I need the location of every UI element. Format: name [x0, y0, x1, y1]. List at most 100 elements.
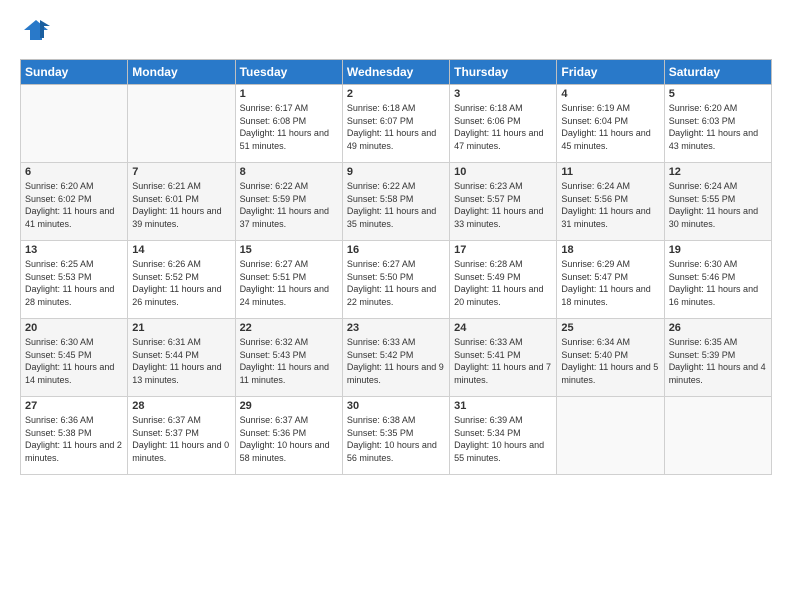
day-number: 27 [25, 400, 123, 412]
weekday-header: Monday [128, 60, 235, 85]
calendar-table: SundayMondayTuesdayWednesdayThursdayFrid… [20, 59, 772, 475]
day-number: 17 [454, 244, 552, 256]
calendar-cell [128, 85, 235, 163]
calendar-cell: 17 Sunrise: 6:28 AMSunset: 5:49 PMDayligh… [450, 241, 557, 319]
calendar-cell: 2 Sunrise: 6:18 AMSunset: 6:07 PMDaylight… [342, 85, 449, 163]
logo [20, 16, 50, 49]
weekday-header: Saturday [664, 60, 771, 85]
cell-info: Sunrise: 6:27 AMSunset: 5:51 PMDaylight:… [240, 259, 329, 307]
cell-info: Sunrise: 6:18 AMSunset: 6:07 PMDaylight:… [347, 103, 436, 151]
calendar-cell [21, 85, 128, 163]
day-number: 24 [454, 322, 552, 334]
calendar-cell: 1Sunrise: 6:17 AMSunset: 6:08 PMDaylight… [235, 85, 342, 163]
calendar-cell: 28 Sunrise: 6:37 AMSunset: 5:37 PMDayligh… [128, 397, 235, 475]
day-number: 11 [561, 166, 659, 178]
day-number: 31 [454, 400, 552, 412]
calendar-cell: 22 Sunrise: 6:32 AMSunset: 5:43 PMDayligh… [235, 319, 342, 397]
cell-info: Sunrise: 6:30 AMSunset: 5:46 PMDaylight:… [669, 259, 758, 307]
day-number: 10 [454, 166, 552, 178]
calendar-cell: 8Sunrise: 6:22 AMSunset: 5:59 PMDaylight… [235, 163, 342, 241]
calendar-cell: 20 Sunrise: 6:30 AMSunset: 5:45 PMDayligh… [21, 319, 128, 397]
cell-info: Sunrise: 6:38 AMSunset: 5:35 PMDaylight:… [347, 415, 437, 463]
calendar-cell: 7 Sunrise: 6:21 AMSunset: 6:01 PMDaylight… [128, 163, 235, 241]
calendar-week-row: 6 Sunrise: 6:20 AMSunset: 6:02 PMDaylight… [21, 163, 772, 241]
day-number: 6 [25, 166, 123, 178]
cell-info: Sunrise: 6:32 AMSunset: 5:43 PMDaylight:… [240, 337, 329, 385]
cell-info: Sunrise: 6:35 AMSunset: 5:39 PMDaylight:… [669, 337, 766, 385]
day-number: 15 [240, 244, 338, 256]
day-number: 23 [347, 322, 445, 334]
calendar-cell: 27 Sunrise: 6:36 AMSunset: 5:38 PMDayligh… [21, 397, 128, 475]
cell-info: Sunrise: 6:20 AMSunset: 6:03 PMDaylight:… [669, 103, 758, 151]
day-number: 4 [561, 88, 659, 100]
day-number: 25 [561, 322, 659, 334]
calendar-cell: 18Sunrise: 6:29 AMSunset: 5:47 PMDayligh… [557, 241, 664, 319]
day-number: 28 [132, 400, 230, 412]
weekday-header: Friday [557, 60, 664, 85]
day-number: 1 [240, 88, 338, 100]
calendar-cell [557, 397, 664, 475]
cell-info: Sunrise: 6:37 AMSunset: 5:37 PMDaylight:… [132, 415, 229, 463]
weekday-header: Tuesday [235, 60, 342, 85]
cell-info: Sunrise: 6:31 AMSunset: 5:44 PMDaylight:… [132, 337, 221, 385]
cell-info: Sunrise: 6:37 AMSunset: 5:36 PMDaylight:… [240, 415, 330, 463]
day-number: 13 [25, 244, 123, 256]
cell-info: Sunrise: 6:19 AMSunset: 6:04 PMDaylight:… [561, 103, 650, 151]
calendar-cell: 12 Sunrise: 6:24 AMSunset: 5:55 PMDayligh… [664, 163, 771, 241]
calendar-cell: 24 Sunrise: 6:33 AMSunset: 5:41 PMDayligh… [450, 319, 557, 397]
day-number: 29 [240, 400, 338, 412]
calendar-cell: 6 Sunrise: 6:20 AMSunset: 6:02 PMDaylight… [21, 163, 128, 241]
day-number: 30 [347, 400, 445, 412]
weekday-header: Sunday [21, 60, 128, 85]
day-number: 14 [132, 244, 230, 256]
day-number: 20 [25, 322, 123, 334]
day-number: 3 [454, 88, 552, 100]
day-number: 2 [347, 88, 445, 100]
weekday-header-row: SundayMondayTuesdayWednesdayThursdayFrid… [21, 60, 772, 85]
cell-info: Sunrise: 6:36 AMSunset: 5:38 PMDaylight:… [25, 415, 122, 463]
day-number: 18 [561, 244, 659, 256]
calendar-week-row: 20 Sunrise: 6:30 AMSunset: 5:45 PMDayligh… [21, 319, 772, 397]
calendar-cell: 30 Sunrise: 6:38 AMSunset: 5:35 PMDayligh… [342, 397, 449, 475]
cell-info: Sunrise: 6:24 AMSunset: 5:55 PMDaylight:… [669, 181, 758, 229]
day-number: 22 [240, 322, 338, 334]
calendar-cell: 14 Sunrise: 6:26 AMSunset: 5:52 PMDayligh… [128, 241, 235, 319]
calendar-cell: 4 Sunrise: 6:19 AMSunset: 6:04 PMDaylight… [557, 85, 664, 163]
day-number: 7 [132, 166, 230, 178]
day-number: 9 [347, 166, 445, 178]
calendar-week-row: 13 Sunrise: 6:25 AMSunset: 5:53 PMDayligh… [21, 241, 772, 319]
calendar-cell: 10Sunrise: 6:23 AMSunset: 5:57 PMDayligh… [450, 163, 557, 241]
weekday-header: Thursday [450, 60, 557, 85]
cell-info: Sunrise: 6:28 AMSunset: 5:49 PMDaylight:… [454, 259, 543, 307]
calendar-cell [664, 397, 771, 475]
header [20, 16, 772, 49]
day-number: 16 [347, 244, 445, 256]
cell-info: Sunrise: 6:18 AMSunset: 6:06 PMDaylight:… [454, 103, 543, 151]
calendar-cell: 31 Sunrise: 6:39 AMSunset: 5:34 PMDayligh… [450, 397, 557, 475]
cell-info: Sunrise: 6:33 AMSunset: 5:42 PMDaylight:… [347, 337, 444, 385]
day-number: 21 [132, 322, 230, 334]
calendar-cell: 5Sunrise: 6:20 AMSunset: 6:03 PMDaylight… [664, 85, 771, 163]
calendar-cell: 23 Sunrise: 6:33 AMSunset: 5:42 PMDayligh… [342, 319, 449, 397]
cell-info: Sunrise: 6:39 AMSunset: 5:34 PMDaylight:… [454, 415, 544, 463]
cell-info: Sunrise: 6:21 AMSunset: 6:01 PMDaylight:… [132, 181, 221, 229]
calendar-cell: 19Sunrise: 6:30 AMSunset: 5:46 PMDayligh… [664, 241, 771, 319]
cell-info: Sunrise: 6:20 AMSunset: 6:02 PMDaylight:… [25, 181, 114, 229]
calendar-cell: 3 Sunrise: 6:18 AMSunset: 6:06 PMDaylight… [450, 85, 557, 163]
cell-info: Sunrise: 6:22 AMSunset: 5:58 PMDaylight:… [347, 181, 436, 229]
calendar-cell: 13 Sunrise: 6:25 AMSunset: 5:53 PMDayligh… [21, 241, 128, 319]
calendar-week-row: 27 Sunrise: 6:36 AMSunset: 5:38 PMDayligh… [21, 397, 772, 475]
cell-info: Sunrise: 6:25 AMSunset: 5:53 PMDaylight:… [25, 259, 114, 307]
calendar-cell: 9 Sunrise: 6:22 AMSunset: 5:58 PMDaylight… [342, 163, 449, 241]
cell-info: Sunrise: 6:27 AMSunset: 5:50 PMDaylight:… [347, 259, 436, 307]
calendar-week-row: 1Sunrise: 6:17 AMSunset: 6:08 PMDaylight… [21, 85, 772, 163]
cell-info: Sunrise: 6:33 AMSunset: 5:41 PMDaylight:… [454, 337, 551, 385]
cell-info: Sunrise: 6:26 AMSunset: 5:52 PMDaylight:… [132, 259, 221, 307]
calendar-cell: 29 Sunrise: 6:37 AMSunset: 5:36 PMDayligh… [235, 397, 342, 475]
weekday-header: Wednesday [342, 60, 449, 85]
logo-icon [22, 16, 50, 44]
day-number: 12 [669, 166, 767, 178]
day-number: 26 [669, 322, 767, 334]
day-number: 8 [240, 166, 338, 178]
cell-info: Sunrise: 6:30 AMSunset: 5:45 PMDaylight:… [25, 337, 114, 385]
